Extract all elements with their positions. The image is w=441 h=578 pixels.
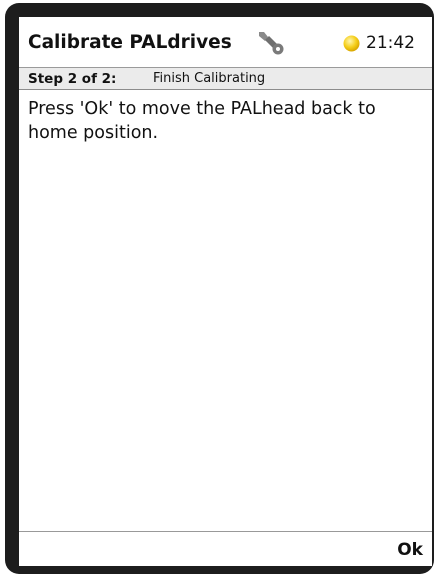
- device-frame: Calibrate PALdrives 21:42 Step 2 of 2: F…: [5, 3, 434, 574]
- instruction-text: Press 'Ok' to move the PALhead back to h…: [28, 99, 376, 143]
- title-bar: Calibrate PALdrives 21:42: [19, 17, 432, 66]
- device-body: Calibrate PALdrives 21:42 Step 2 of 2: F…: [0, 0, 441, 578]
- step-number: Step 2 of 2:: [28, 71, 117, 87]
- step-name: Finish Calibrating: [153, 71, 266, 86]
- status-indicator-icon: [343, 35, 360, 52]
- screen: Calibrate PALdrives 21:42 Step 2 of 2: F…: [19, 17, 432, 566]
- softkey-bar: Ok: [19, 531, 432, 566]
- page-title: Calibrate PALdrives: [28, 32, 232, 53]
- step-indicator: Step 2 of 2: Finish Calibrating: [19, 67, 432, 90]
- wrench-icon: [259, 32, 284, 55]
- clock: 21:42: [366, 33, 415, 53]
- ok-button[interactable]: Ok: [397, 540, 423, 560]
